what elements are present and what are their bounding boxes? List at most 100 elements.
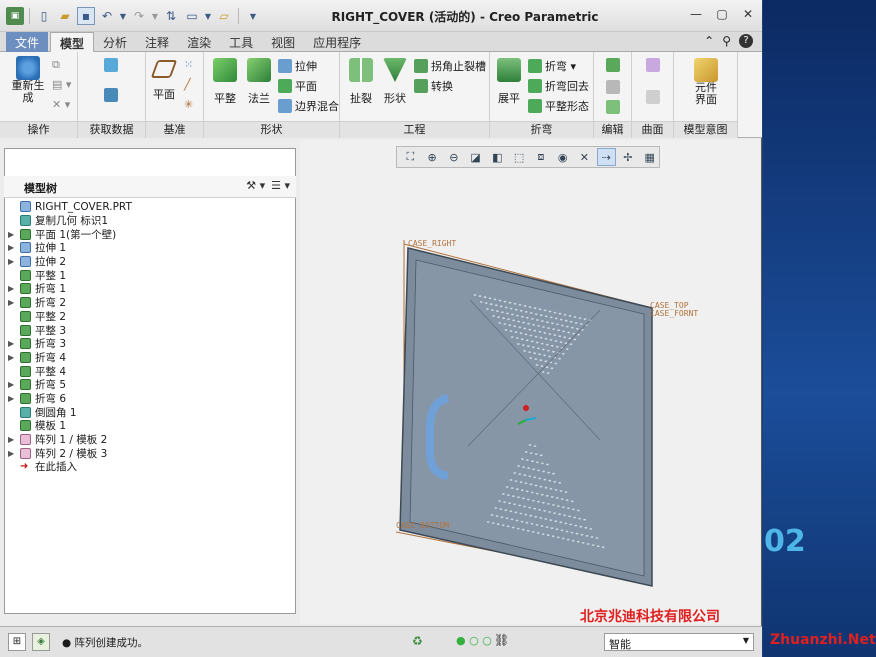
edit-transform-icon[interactable] bbox=[606, 100, 623, 114]
new-file-icon[interactable]: ▯ bbox=[35, 7, 53, 25]
tree-item[interactable]: ▶ 阵列 1 / 模板 2 bbox=[8, 433, 292, 447]
edit-mirror-icon[interactable] bbox=[606, 80, 623, 94]
tab-4[interactable]: 渲染 bbox=[178, 32, 220, 52]
undo-icon[interactable]: ↶ bbox=[98, 7, 116, 25]
rip-button[interactable]: 扯裂 bbox=[344, 58, 378, 106]
view-manager-icon[interactable]: ⧈ bbox=[532, 148, 551, 166]
regenerate-icon[interactable]: ⇅ bbox=[162, 7, 180, 25]
expand-arrow-icon[interactable]: ▶ bbox=[8, 435, 20, 444]
find-icon[interactable]: ⛓ bbox=[494, 633, 509, 647]
tree-item[interactable]: 倒圆角 1 bbox=[8, 405, 292, 419]
expand-arrow-icon[interactable]: ▶ bbox=[8, 449, 20, 458]
close-icon[interactable]: ✕ bbox=[740, 6, 756, 22]
graphics-area[interactable]: CASE_RIGHT CASE_TOP CASE_FORNT CASE_BOTT… bbox=[285, 140, 760, 624]
flange-button[interactable]: 法兰 bbox=[242, 58, 276, 106]
surface-offset-icon[interactable] bbox=[646, 90, 663, 104]
tab-7[interactable]: 应用程序 bbox=[304, 32, 370, 52]
datum-axis-icon[interactable]: ╱ bbox=[184, 78, 191, 91]
tree-show-icon[interactable]: ☰ ▾ bbox=[271, 179, 290, 192]
datum-label-front[interactable]: CASE_FORNT bbox=[650, 309, 698, 318]
group-label-operations[interactable]: 操作 bbox=[0, 121, 77, 138]
help-icon[interactable]: ? bbox=[739, 34, 753, 48]
copy-geometry-icon[interactable] bbox=[104, 88, 121, 102]
extrude-button[interactable]: 拉伸 bbox=[278, 58, 317, 74]
close-window-icon[interactable]: ▱ bbox=[215, 7, 233, 25]
datum-point-icon[interactable]: ⁙ bbox=[184, 58, 193, 71]
open-folder-icon[interactable]: ▰ bbox=[56, 7, 74, 25]
tab-3[interactable]: 注释 bbox=[136, 32, 178, 52]
app-menu-icon[interactable]: ▣ bbox=[6, 7, 24, 25]
expand-arrow-icon[interactable]: ▶ bbox=[8, 353, 20, 362]
group-label-engineering[interactable]: 工程 bbox=[340, 121, 489, 138]
flatten-button[interactable]: 平整 bbox=[208, 58, 242, 106]
plane-button[interactable]: 平面 bbox=[148, 60, 180, 102]
group-label-model-intent[interactable]: 模型意图 bbox=[674, 121, 737, 138]
coordinate-system-icon[interactable]: ✳ bbox=[184, 98, 193, 111]
tree-item[interactable]: 平整 4 bbox=[8, 364, 292, 378]
tree-item[interactable]: ▶ 折弯 5 bbox=[8, 378, 292, 392]
tree-item[interactable]: ▶ 拉伸 2 bbox=[8, 255, 292, 269]
tree-item[interactable]: ▶ 折弯 2 bbox=[8, 296, 292, 310]
group-label-shapes[interactable]: 形状 bbox=[204, 121, 339, 138]
expand-arrow-icon[interactable]: ▶ bbox=[8, 394, 20, 403]
tree-item[interactable]: 平整 2 bbox=[8, 310, 292, 324]
tab-5[interactable]: 工具 bbox=[220, 32, 262, 52]
copy-icon[interactable]: ⧉ bbox=[52, 58, 60, 72]
convert-button[interactable]: 转换 bbox=[414, 78, 453, 94]
redo-dropdown-icon[interactable]: ▼ bbox=[151, 7, 159, 25]
display-style-icon[interactable]: ◧ bbox=[488, 148, 507, 166]
perspective-icon[interactable]: ◉ bbox=[553, 148, 572, 166]
regen-status-icon[interactable]: ♻ bbox=[412, 634, 423, 648]
form-button[interactable]: 形状 bbox=[378, 58, 412, 106]
group-label-get-data[interactable]: 获取数据 bbox=[78, 121, 145, 138]
minimize-ribbon-icon[interactable]: ⌃ bbox=[704, 34, 714, 48]
part-viewport[interactable]: CASE_RIGHT CASE_TOP CASE_FORNT CASE_BOTT… bbox=[285, 140, 760, 624]
tree-item[interactable]: 复制几何 标识1 bbox=[8, 214, 292, 228]
group-label-edit[interactable]: 编辑 bbox=[594, 121, 631, 138]
customize-toolbar-icon[interactable]: ▼ bbox=[244, 7, 262, 25]
navigator-toggle-icon[interactable]: ⊞ bbox=[8, 633, 26, 651]
redo-icon[interactable]: ↷ bbox=[130, 7, 148, 25]
tree-item[interactable]: ▶ 拉伸 1 bbox=[8, 241, 292, 255]
browser-toggle-icon[interactable]: ◈ bbox=[32, 633, 50, 651]
bend-button[interactable]: 折弯 ▾ bbox=[528, 58, 576, 74]
tree-item[interactable]: ▶ 折弯 4 bbox=[8, 351, 292, 365]
expand-arrow-icon[interactable]: ▶ bbox=[8, 230, 20, 239]
save-icon[interactable]: ▪ bbox=[77, 7, 95, 25]
tree-item[interactable]: 模板 1 bbox=[8, 419, 292, 433]
tab-1[interactable]: 模型 bbox=[50, 32, 95, 52]
expand-arrow-icon[interactable]: ▶ bbox=[8, 284, 20, 293]
edit-pattern-icon[interactable] bbox=[606, 58, 623, 72]
zoom-in-icon[interactable]: ⊕ bbox=[423, 148, 442, 166]
plane-wall-button[interactable]: 平面 bbox=[278, 78, 317, 94]
regenerate-button[interactable]: 重新生成 bbox=[8, 56, 48, 104]
paste-icon[interactable]: ▤ ▾ bbox=[52, 78, 71, 91]
refit-icon[interactable]: ⛶ bbox=[401, 148, 420, 166]
repaint-icon[interactable]: ◪ bbox=[466, 148, 485, 166]
expand-arrow-icon[interactable]: ▶ bbox=[8, 298, 20, 307]
tab-0[interactable]: 文件 bbox=[6, 32, 49, 52]
search-icon[interactable]: ⚲ bbox=[722, 34, 731, 48]
datum-label-right[interactable]: CASE_RIGHT bbox=[408, 239, 456, 248]
saved-orientations-icon[interactable]: ⬚ bbox=[510, 148, 529, 166]
tree-item[interactable]: ▶ 平面 1(第一个壁) bbox=[8, 227, 292, 241]
tree-item[interactable]: 平整 3 bbox=[8, 323, 292, 337]
component-interface-button[interactable]: 元件界面 bbox=[684, 58, 728, 106]
tree-item[interactable]: RIGHT_COVER.PRT bbox=[8, 200, 292, 214]
appearance-icon[interactable]: ▦ bbox=[640, 148, 659, 166]
annotation-display-icon[interactable]: ⇢ bbox=[596, 148, 616, 166]
expand-arrow-icon[interactable]: ▶ bbox=[8, 243, 20, 252]
group-label-bend[interactable]: 折弯 bbox=[490, 121, 593, 138]
surface-fill-icon[interactable] bbox=[646, 58, 663, 72]
tree-item[interactable]: ▶ 折弯 3 bbox=[8, 337, 292, 351]
undo-dropdown-icon[interactable]: ▼ bbox=[119, 7, 127, 25]
flat-form-button[interactable]: 平整形态 bbox=[528, 98, 589, 114]
group-label-surface[interactable]: 曲面 bbox=[632, 121, 673, 138]
expand-arrow-icon[interactable]: ▶ bbox=[8, 257, 20, 266]
maximize-icon[interactable]: ▢ bbox=[714, 6, 730, 22]
selection-filter[interactable]: 智能 ▼ bbox=[604, 633, 754, 651]
delete-icon[interactable]: ✕ ▾ bbox=[52, 98, 70, 111]
tree-item[interactable]: 平整 1 bbox=[8, 268, 292, 282]
tree-item[interactable]: ▶ 折弯 6 bbox=[8, 392, 292, 406]
tree-settings-icon[interactable]: ⚒ ▾ bbox=[246, 179, 265, 192]
